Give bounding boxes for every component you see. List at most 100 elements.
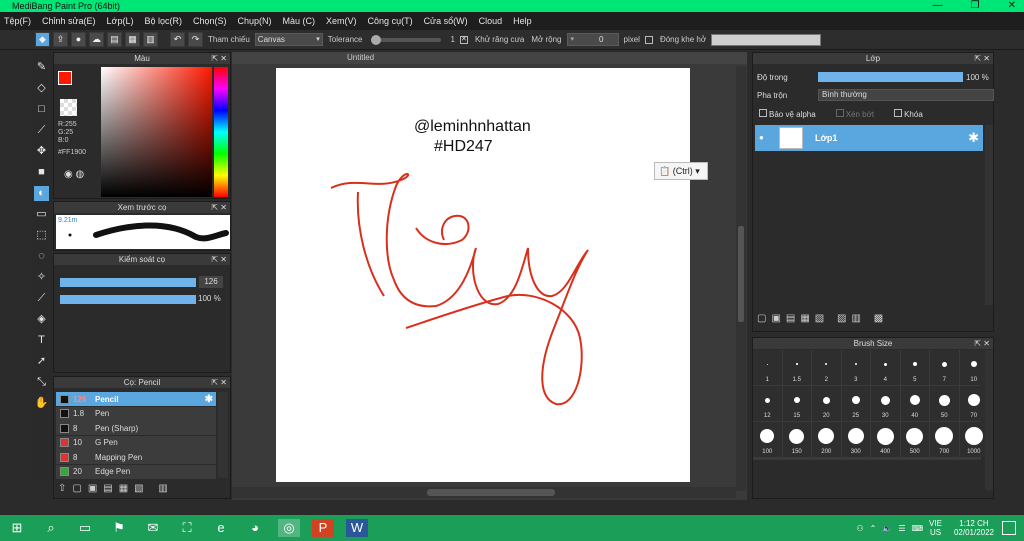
line-tool-icon[interactable]: ⟋ [34, 123, 49, 138]
brush-size-cell[interactable]: 7 [930, 350, 959, 385]
brush-size-cell[interactable]: 15 [782, 386, 811, 421]
shape-fill-icon[interactable]: ■ [34, 165, 49, 180]
brush-size-cell[interactable]: 1000 [959, 422, 988, 457]
search-icon[interactable]: ⌕ [40, 519, 62, 537]
canvas-vertical-scrollbar[interactable] [736, 66, 746, 491]
notifications-icon[interactable] [1002, 521, 1016, 535]
chrome-icon[interactable]: ◕ [244, 519, 266, 537]
show-hidden-icons[interactable]: ⌃ [870, 524, 877, 533]
brush-size-cell[interactable]: 40 [900, 386, 929, 421]
brush-size-cell[interactable]: 200 [812, 422, 841, 457]
brush-list-item[interactable]: 126 Pencil ✱ [56, 392, 216, 406]
brush-list-item[interactable]: 10 G Pen [56, 435, 216, 450]
comment-icon[interactable]: ● [71, 32, 86, 47]
layer-settings-gear-icon[interactable]: ✱ [968, 130, 979, 146]
menu-edit[interactable]: Chỉnh sửa(E) [42, 16, 96, 26]
menu-window[interactable]: Cửa sổ(W) [424, 16, 468, 26]
brush-size-cell[interactable]: 300 [841, 422, 870, 457]
brush-size-cell[interactable]: 400 [871, 422, 900, 457]
network-icon[interactable]: ☰ [898, 524, 905, 533]
brush-size-scrollbar[interactable] [985, 350, 993, 490]
brush-size-cell[interactable]: 500 [900, 422, 929, 457]
hand-tool-icon[interactable]: ✋ [34, 396, 49, 411]
panel-close-icon[interactable]: ⇱ ✕ [211, 254, 227, 265]
panel-close-icon[interactable]: ⇱ ✕ [211, 202, 227, 213]
menu-color[interactable]: Màu (C) [283, 16, 316, 26]
lock-option[interactable]: Khóa [894, 109, 923, 119]
brush-list-item[interactable]: 8 Mapping Pen [56, 450, 216, 464]
brush-opacity-slider[interactable] [60, 295, 196, 304]
brush-size-cell[interactable]: 1 [753, 350, 782, 385]
brush-size-slider[interactable] [60, 278, 196, 287]
brush-size-cell[interactable]: 30 [871, 386, 900, 421]
brush-tool-icon[interactable]: ✎ [34, 60, 49, 75]
brush-size-cell[interactable]: 12 [753, 386, 782, 421]
brush-list-scrollbar[interactable] [218, 392, 228, 478]
close-button[interactable]: ✕ [1008, 0, 1016, 12]
clock[interactable]: 1:12 CH 02/01/2022 [954, 519, 994, 537]
minimize-button[interactable]: — [933, 0, 943, 12]
paste-options-button[interactable]: 📋 (Ctrl) ▾ [654, 162, 708, 180]
antialias-checkbox[interactable]: ✕ [459, 35, 468, 44]
magic-wand-icon[interactable]: ✧ [34, 270, 49, 285]
protect-alpha-option[interactable]: Bảo vệ alpha [759, 109, 816, 119]
operation-tool-icon[interactable]: ➚ [34, 354, 49, 369]
menu-help[interactable]: Help [513, 16, 532, 26]
fill-tool-icon[interactable]: ◆ [35, 32, 50, 47]
expand-input[interactable]: 0 [566, 33, 619, 46]
brush-size-cell[interactable]: 700 [930, 422, 959, 457]
windows-start-icon[interactable]: ⊞ [6, 519, 28, 537]
panel-close-icon[interactable]: ⇱ ✕ [211, 53, 227, 64]
medibang-app-icon[interactable]: ◎ [278, 519, 300, 537]
clipping-option[interactable]: Xén bớt [835, 109, 874, 119]
redo-icon[interactable]: ↷ [188, 32, 203, 47]
people-icon[interactable]: ⚇ [856, 524, 863, 533]
store-icon[interactable]: ⛶ [176, 519, 198, 537]
eraser-tool-icon[interactable]: ◇ [34, 81, 49, 96]
menu-layer[interactable]: Lớp(L) [107, 16, 134, 26]
move-tool-icon[interactable]: ✥ [34, 144, 49, 159]
close-gap-checkbox[interactable] [644, 35, 653, 44]
language-indicator[interactable]: VIE US [929, 519, 942, 537]
scroll-thumb[interactable] [427, 489, 555, 496]
grid-icon[interactable]: ▦ [125, 32, 140, 47]
primary-color-swatch[interactable] [58, 71, 72, 85]
volume-icon[interactable]: 🔈 [882, 524, 892, 533]
tolerance-slider[interactable] [371, 34, 442, 45]
brush-size-cell[interactable]: 150 [782, 422, 811, 457]
file-explorer-icon[interactable]: ▭ [74, 519, 96, 537]
export-icon[interactable]: ⇪ [53, 32, 68, 47]
gap-slider[interactable] [711, 33, 822, 46]
brush-list-actions[interactable]: ⇧▢▣▤▦▧ ▥ [58, 483, 174, 494]
brush-list-item[interactable]: 1.8 Pen [56, 406, 216, 421]
lasso-tool-icon[interactable]: ◌ [34, 249, 49, 264]
layer-row[interactable]: ● Lớp1 ✱ [755, 125, 983, 151]
layout-icon[interactable]: ▥ [143, 32, 158, 47]
reference-select[interactable]: Canvas [254, 33, 323, 46]
palette-icon[interactable]: ◉ ◍ [64, 169, 84, 180]
brush-size-cell[interactable]: 70 [959, 386, 988, 421]
panel-close-icon[interactable]: ⇱ ✕ [211, 377, 227, 388]
bucket-tool-icon[interactable]: ◐ [34, 186, 49, 201]
menu-snap[interactable]: Chụp(N) [238, 16, 272, 26]
brush-size-cell[interactable]: 1.5 [782, 350, 811, 385]
gift-icon[interactable]: ⚑ [108, 519, 130, 537]
transparent-swatch[interactable] [60, 99, 77, 116]
menu-file[interactable]: Tệp(F) [4, 16, 31, 26]
mail-icon[interactable]: ✉ [142, 519, 164, 537]
brush-list-item[interactable]: 8 Pen (Sharp) [56, 421, 216, 435]
layer-opacity-slider[interactable] [818, 72, 963, 82]
menu-filter[interactable]: Bộ lọc(R) [144, 16, 182, 26]
text-tool-icon[interactable]: T [34, 333, 49, 348]
brush-size-cell[interactable]: 100 [753, 422, 782, 457]
panel-close-icon[interactable]: ⇱ ✕ [974, 338, 990, 349]
select-eraser-icon[interactable]: ◈ [34, 312, 49, 327]
maximize-button[interactable]: ❐ [971, 0, 980, 12]
undo-icon[interactable]: ↶ [170, 32, 185, 47]
panel-close-icon[interactable]: ⇱ ✕ [974, 53, 990, 64]
document-tab[interactable]: Untitled [232, 52, 747, 64]
menu-view[interactable]: Xem(V) [326, 16, 357, 26]
powerpoint-icon[interactable]: P [312, 519, 334, 537]
page-icon[interactable]: ▤ [107, 32, 122, 47]
blend-mode-select[interactable]: Bình thường [818, 89, 994, 101]
